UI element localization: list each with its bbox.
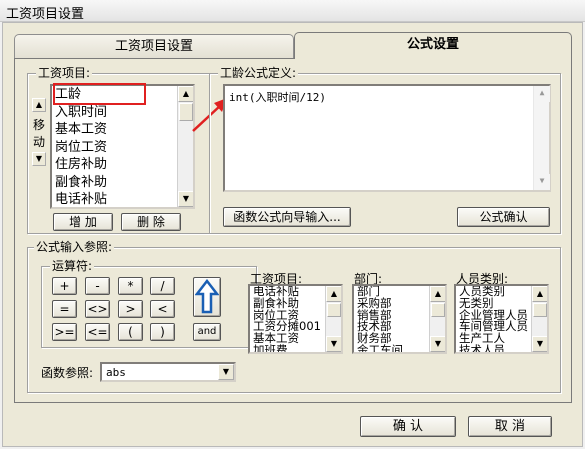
dropdown-button[interactable]: ▼	[218, 364, 234, 380]
operators-label: 运算符:	[50, 259, 95, 273]
arrow-up-icon: ▲	[35, 100, 43, 109]
department-list[interactable]: 部门 采购部 销售部 技术部 财务部 金工车间 ▲ ▼	[352, 284, 447, 354]
title-bar: 工资项目设置	[0, 0, 585, 22]
highlight-box	[53, 83, 146, 105]
delete-button[interactable]: 删 除	[121, 213, 181, 231]
formula-confirm-button[interactable]: 公式确认	[457, 207, 550, 227]
upload-arrow-icon	[194, 278, 220, 314]
chevron-down-icon: ▼	[222, 367, 230, 376]
ref-items-scrollbar[interactable]: ▲ ▼	[325, 286, 341, 352]
formula-label: 工龄公式定义:	[218, 66, 299, 80]
salary-items-label: 工资项目:	[36, 66, 93, 80]
op-less-equal-button[interactable]: <=	[85, 323, 110, 341]
arrow-up-icon: ▲	[330, 289, 338, 298]
scroll-thumb[interactable]	[431, 303, 445, 317]
op-less-button[interactable]: <	[150, 300, 175, 318]
salary-items-group: 工资项目: ▲ 移 动 ▼ 工龄 入职时间 基本工资 岗位工资 住房补助 副食补…	[27, 66, 210, 234]
arrow-down-icon: ▼	[434, 339, 442, 348]
op-multiply-button[interactable]: *	[118, 277, 143, 295]
ref-items-list[interactable]: 电话补贴 副食补助 岗位工资 工资分摊001 基本工资 加班费 ▲ ▼	[248, 284, 343, 354]
op-not-equal-button[interactable]: <>	[85, 300, 110, 318]
tab-salary-items[interactable]: 工资项目设置	[14, 34, 294, 59]
formula-panel: 工资项目: ▲ 移 动 ▼ 工龄 入职时间 基本工资 岗位工资 住房补助 副食补…	[14, 58, 572, 403]
function-ref-label: 函数参照:	[41, 366, 94, 380]
op-open-paren-button[interactable]: (	[118, 323, 143, 341]
list-item[interactable]: 入职时间	[52, 104, 193, 122]
tab-formula-settings[interactable]: 公式设置	[294, 32, 572, 59]
arrow-down-icon: ▼	[536, 339, 544, 348]
arrow-down-icon: ▼	[330, 339, 338, 348]
add-button[interactable]: 增 加	[53, 213, 113, 231]
list-item[interactable]: 副食补助	[52, 174, 193, 192]
insert-up-button[interactable]	[193, 277, 221, 317]
category-scrollbar[interactable]: ▲ ▼	[531, 286, 547, 352]
arrow-down-icon: ▼	[539, 176, 545, 185]
op-plus-button[interactable]: +	[52, 277, 77, 295]
move-down-button[interactable]: ▼	[32, 152, 46, 166]
list-item[interactable]: 电话补贴	[52, 191, 193, 207]
op-greater-equal-button[interactable]: >=	[52, 323, 77, 341]
scroll-down-button[interactable]: ▼	[326, 336, 341, 352]
function-ref-select[interactable]: abs ▼	[100, 362, 236, 382]
reference-group: 公式输入参照: 运算符: + - * / = <> > < >= <= ( ) …	[27, 240, 561, 393]
scroll-up-button[interactable]: ▲	[532, 286, 547, 302]
op-divide-button[interactable]: /	[150, 277, 175, 295]
op-close-paren-button[interactable]: )	[150, 323, 175, 341]
list-item[interactable]: 住房补助	[52, 156, 193, 174]
arrow-up-icon: ▲	[539, 88, 545, 97]
formula-textarea[interactable]: int(入职时间/12) ▲ ▼	[223, 84, 551, 192]
op-equal-button[interactable]: =	[52, 300, 77, 318]
scroll-down-button[interactable]: ▼	[532, 336, 547, 352]
scroll-thumb[interactable]	[327, 303, 341, 317]
formula-scrollbar[interactable]: ▲ ▼	[533, 86, 550, 190]
list-item[interactable]: 基本工资	[52, 121, 193, 139]
op-greater-button[interactable]: >	[118, 300, 143, 318]
move-label-1: 移	[32, 118, 45, 132]
scroll-down-button[interactable]: ▼	[534, 174, 550, 190]
list-item[interactable]: 岗位工资	[52, 139, 193, 157]
window-title: 工资项目设置	[6, 7, 85, 22]
cancel-button[interactable]: 取 消	[468, 416, 552, 437]
reference-label: 公式输入参照:	[34, 240, 115, 254]
department-scrollbar[interactable]: ▲ ▼	[429, 286, 445, 352]
formula-text: int(入职时间/12)	[229, 91, 326, 104]
arrow-down-icon: ▼	[35, 154, 43, 163]
scroll-thumb[interactable]	[533, 303, 547, 317]
scroll-down-button[interactable]: ▼	[430, 336, 445, 352]
scroll-up-button[interactable]: ▲	[430, 286, 445, 302]
move-label-2: 动	[32, 135, 45, 149]
op-and-button[interactable]: and	[193, 323, 221, 341]
move-up-button[interactable]: ▲	[32, 98, 46, 112]
arrow-up-icon: ▲	[536, 289, 544, 298]
scroll-up-button[interactable]: ▲	[534, 86, 550, 102]
scroll-down-button[interactable]: ▼	[178, 191, 193, 207]
category-list[interactable]: 人员类别 无类别 企业管理人员 车间管理人员 生产工人 技术人员 ▲ ▼	[454, 284, 549, 354]
arrow-down-icon: ▼	[182, 194, 190, 203]
function-ref-value: abs	[106, 366, 126, 379]
arrow-up-icon: ▲	[434, 289, 442, 298]
scroll-up-button[interactable]: ▲	[326, 286, 341, 302]
function-wizard-button[interactable]: 函数公式向导输入...	[223, 207, 351, 227]
op-minus-button[interactable]: -	[85, 277, 110, 295]
ok-button[interactable]: 确 认	[360, 416, 456, 437]
operators-group: 运算符: + - * / = <> > < >= <= ( ) and	[41, 259, 257, 348]
formula-group: 工龄公式定义: int(入职时间/12) ▲ ▼ 函数公式向导输入... 公式确…	[209, 66, 561, 234]
